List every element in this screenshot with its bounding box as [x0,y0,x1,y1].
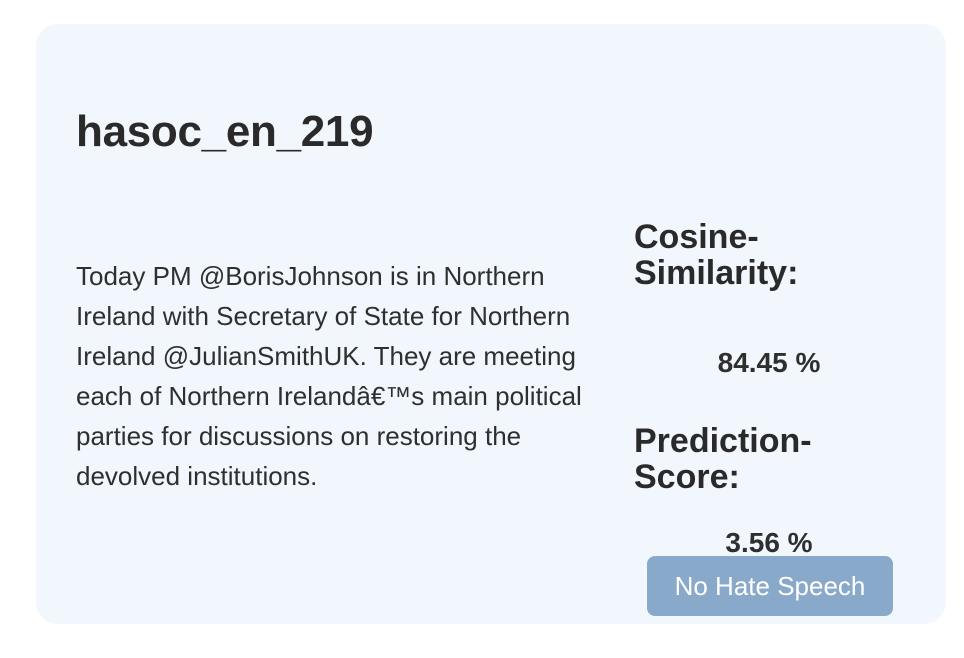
cosine-similarity-label: Cosine-Similarity: [634,218,799,292]
prediction-score-label: Prediction-Score: [634,422,812,496]
prediction-score-value: 3.56 % [725,527,813,558]
tweet-text: Today PM @BorisJohnson is in Northern Ir… [76,261,582,491]
sample-id-title: hasoc_en_219 [76,107,374,156]
cosine-similarity-value: 84.45 % [717,347,821,378]
classification-badge[interactable]: No Hate Speech [647,556,893,616]
result-card: hasoc_en_219 Today PM @BorisJohnson is i… [36,24,946,624]
